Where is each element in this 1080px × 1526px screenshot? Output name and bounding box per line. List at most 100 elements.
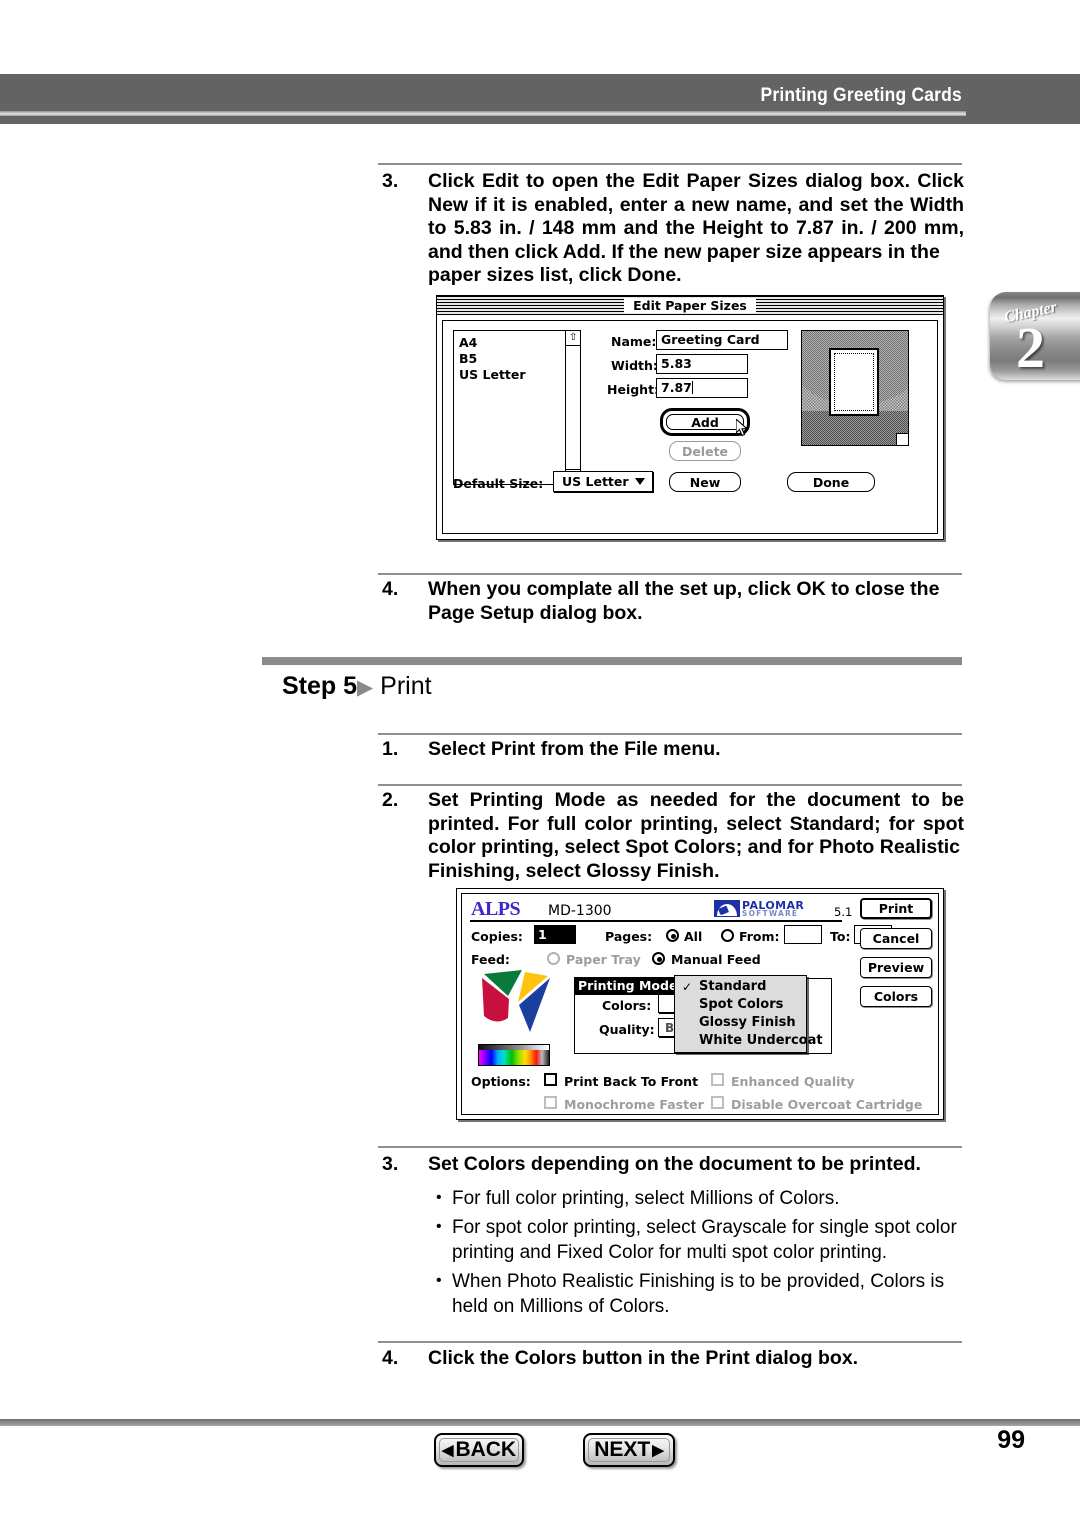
paper-sizes-list: A4 B5 US Letter (459, 335, 526, 383)
next-button-inner-border (588, 1438, 670, 1462)
driver-version: 5.1 (834, 905, 853, 919)
listbox-scrollbar[interactable]: ⇧ ⇩ (565, 331, 581, 484)
quality-label: Quality: (599, 1022, 655, 1037)
printer-model: MD-1300 (548, 903, 612, 919)
width-input[interactable]: 5.83 (656, 354, 748, 374)
pages-from-input[interactable] (784, 925, 822, 944)
line: Click Edit to open the Edit Paper Sizes … (428, 170, 964, 192)
printing-mode-menu[interactable]: ✓ Standard Spot Colors Glossy Finish Whi… (674, 975, 823, 1053)
back-button-inner-border (439, 1438, 519, 1462)
header-underline (470, 920, 842, 922)
line: and then click Add. If the new paper siz… (428, 240, 940, 263)
line: Finishing, select Glossy Finish. (428, 859, 720, 882)
play-arrow-icon: ▶ (357, 676, 374, 699)
menu-item-spot-colors[interactable]: Spot Colors (675, 996, 806, 1014)
colors-bullet-list: For full color printing, select Millions… (436, 1185, 966, 1323)
new-button[interactable]: New (669, 472, 741, 492)
done-button[interactable]: Done (787, 472, 875, 492)
footer-separator-bar (0, 1419, 1080, 1426)
scroll-up-button[interactable]: ⇧ (566, 331, 581, 346)
menu-item-glossy-finish[interactable]: Glossy Finish (675, 1014, 806, 1032)
divider-rule (378, 1146, 962, 1148)
add-button-label: Add (666, 414, 744, 430)
feed-manual-radio[interactable] (652, 952, 665, 965)
print-instruction-item-3: 3. Set Colors depending on the document … (382, 1153, 964, 1177)
list-item[interactable]: B5 (459, 351, 526, 367)
monochrome-faster-label: Monochrome Faster (564, 1097, 704, 1112)
line: When you complate all the set up, click … (428, 578, 940, 600)
name-label: Name: (611, 334, 657, 349)
chapter-tab: Chapter 2 (990, 292, 1080, 380)
spectrum-color-strip (479, 1050, 549, 1065)
delete-button: Delete (669, 441, 741, 461)
instruction-number: 4. (382, 1347, 399, 1369)
default-size-label: Default Size: (453, 476, 544, 491)
height-input[interactable]: 7.87 (656, 378, 748, 398)
print-instruction-item-2: 2. Set Printing Mode as needed for the d… (382, 789, 964, 883)
menu-item-white-undercoat[interactable]: White Undercoat (675, 1032, 823, 1050)
list-item[interactable]: US Letter (459, 367, 526, 383)
name-input[interactable]: Greeting Card (656, 330, 788, 350)
disable-overcoat-checkbox (711, 1096, 724, 1109)
pages-label: Pages: (605, 929, 653, 944)
instruction-number: 4. (382, 578, 399, 600)
done-button-label: Done (812, 474, 850, 490)
default-size-popup[interactable]: US Letter (553, 471, 653, 492)
alps-color-logo-icon (482, 970, 550, 1032)
pages-all-radio[interactable] (666, 929, 679, 942)
line: Page Setup dialog box. (428, 601, 643, 624)
feed-label: Feed: (471, 952, 510, 967)
print-instruction-item-1: 1. Select Print from the File menu. (382, 738, 964, 762)
default-size-value: US Letter (562, 474, 629, 489)
step-heading: Step 5▶ Print (282, 672, 432, 701)
copies-input[interactable]: 1 (534, 925, 576, 944)
enhanced-quality-checkbox (711, 1073, 724, 1086)
colors-button[interactable]: Colors (860, 986, 932, 1007)
divider-rule (378, 573, 962, 575)
preview-corner-fold (896, 433, 908, 445)
next-button[interactable]: NEXT ▶ (583, 1433, 675, 1467)
print-button-label: Print (878, 901, 914, 916)
pages-range-radio[interactable] (721, 929, 734, 942)
name-input-value: Greeting Card (661, 332, 760, 347)
instruction-text: Click Edit to open the Edit Paper Sizes … (428, 170, 964, 288)
document-page: Printing Greeting Cards Chapter 2 3. Cli… (0, 0, 1080, 1526)
list-item: When Photo Realistic Finishing is to be … (436, 1268, 966, 1319)
printing-mode-label[interactable]: Printing Mode: (574, 977, 687, 995)
page-header: Printing Greeting Cards (0, 74, 1080, 124)
line: paper sizes list, click Done. (428, 264, 682, 286)
print-back-to-front-checkbox[interactable] (544, 1073, 557, 1086)
new-button-label: New (689, 474, 721, 490)
back-button[interactable]: ◀ BACK (434, 1433, 524, 1467)
divider-rule (378, 163, 962, 165)
step-heading-label: Step 5 (282, 672, 358, 700)
line: to 5.83 in. / 148 mm and the Height to 7… (428, 217, 964, 239)
palomar-software-logo: PALOMAR SOFTWARE (714, 900, 808, 918)
divider-rule (378, 1341, 962, 1343)
text-caret (691, 381, 693, 394)
chevron-down-icon (635, 478, 645, 485)
colors-label: Colors: (602, 998, 652, 1013)
cancel-button[interactable]: Cancel (860, 928, 932, 949)
preview-button-label: Preview (867, 960, 925, 975)
cancel-button-label: Cancel (872, 931, 920, 946)
enhanced-quality-label: Enhanced Quality (731, 1074, 855, 1089)
menu-item-standard[interactable]: ✓ Standard (675, 978, 806, 996)
preview-button[interactable]: Preview (860, 957, 932, 978)
list-item: For spot color printing, select Grayscal… (436, 1214, 966, 1265)
menu-item-label: White Undercoat (699, 1033, 823, 1048)
instruction-number: 1. (382, 738, 399, 760)
height-input-value: 7.87 (661, 380, 692, 395)
list-item[interactable]: A4 (459, 335, 526, 351)
dialog-title-bar: Edit Paper Sizes (437, 296, 943, 315)
paper-sizes-listbox[interactable]: A4 B5 US Letter ⇧ ⇩ (453, 330, 581, 485)
print-button[interactable]: Print (860, 898, 932, 919)
pages-all-label: All (684, 929, 703, 944)
instruction-text: When you complate all the set up, click … (428, 578, 964, 625)
dialog-title: Edit Paper Sizes (624, 297, 756, 313)
print-back-to-front-label: Print Back To Front (564, 1074, 699, 1089)
list-item: For full color printing, select Millions… (436, 1185, 966, 1211)
copies-label: Copies: (471, 929, 523, 944)
instruction-text: Click the Colors button in the Print dia… (428, 1347, 859, 1369)
feed-paper-tray-label: Paper Tray (566, 952, 641, 967)
